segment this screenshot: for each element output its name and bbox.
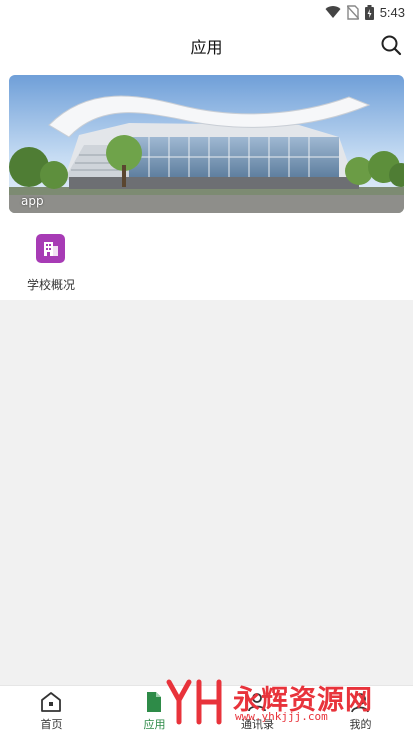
- app-grid: 学校概况: [0, 222, 413, 300]
- status-bar: 5:43: [0, 0, 413, 24]
- app-label: 学校概况: [26, 278, 75, 292]
- banner-section: app: [0, 66, 413, 222]
- wifi-icon: [325, 6, 341, 19]
- document-icon: [147, 692, 161, 712]
- banner-caption: app: [21, 194, 44, 208]
- no-sim-icon: [346, 4, 359, 20]
- search-button[interactable]: [379, 33, 403, 57]
- status-icons: 5:43: [325, 3, 405, 21]
- banner-image: [9, 75, 404, 213]
- home-icon: [41, 692, 61, 712]
- app-header: 应用: [0, 24, 413, 66]
- watermark-url: www.yhkjjj.com: [235, 710, 328, 723]
- search-icon: [381, 35, 402, 56]
- battery-icon: [364, 4, 374, 20]
- watermark: 永辉资源网 www.yhkjjj.com: [165, 676, 395, 728]
- watermark-logo: [166, 679, 222, 725]
- page-title: 应用: [190, 38, 223, 57]
- status-time: 5:43: [379, 4, 405, 20]
- app-icon-background: [36, 234, 65, 263]
- app-item-school-overview[interactable]: 学校概况: [20, 232, 82, 294]
- nav-item-home[interactable]: 首页: [0, 686, 103, 734]
- building-icon: [44, 242, 58, 256]
- banner-carousel[interactable]: app: [9, 75, 404, 213]
- nav-label-home: 首页: [40, 718, 63, 731]
